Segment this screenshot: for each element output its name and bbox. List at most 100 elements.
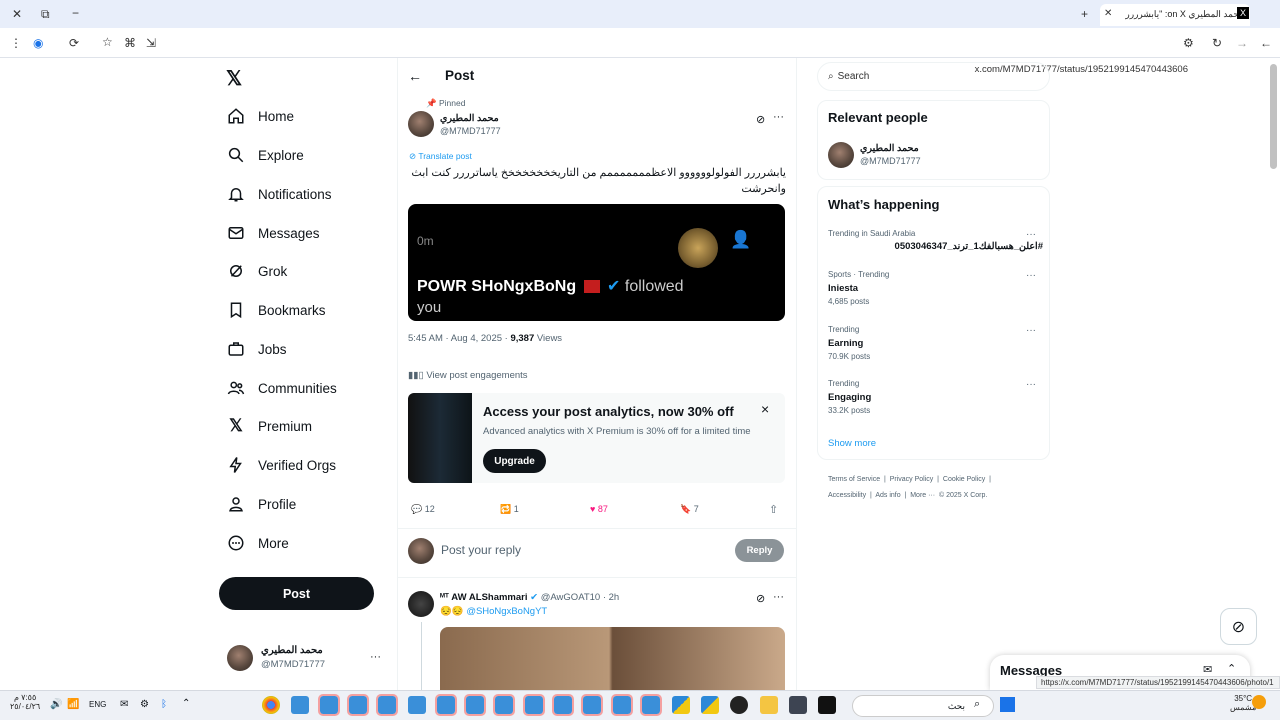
trend-item[interactable]: Sports · Trending Iniesta 4,685 posts xyxy=(828,270,1043,306)
author-name[interactable]: محمد المطيري xyxy=(440,113,499,124)
like-action[interactable]: ♥ 87 xyxy=(590,504,608,514)
file-explorer-icon[interactable] xyxy=(760,696,778,714)
reply-input[interactable]: Post your reply xyxy=(441,543,521,557)
minimize-window-icon[interactable]: − xyxy=(72,6,79,20)
bluetooth-icon[interactable]: ᛒ xyxy=(161,699,167,710)
grok-explain-icon[interactable]: ⊘ xyxy=(756,113,765,126)
taskbar-app-icon[interactable] xyxy=(581,694,603,716)
start-windows-icon[interactable] xyxy=(1000,697,1015,712)
taskbar-app-icon[interactable] xyxy=(789,696,807,714)
clock[interactable]: ٧:٥٥ م ٢٥/٠٤/٢٦ xyxy=(10,693,40,711)
trend-item[interactable]: Trending Engaging 33.2K posts xyxy=(828,379,1043,415)
trend-more-icon[interactable]: ··· xyxy=(1026,379,1036,390)
show-more-link[interactable]: Show more xyxy=(828,438,876,449)
post-button[interactable]: Post xyxy=(219,577,374,610)
nav-jobs[interactable]: Jobs xyxy=(226,335,287,363)
tab-close-icon[interactable]: ✕ xyxy=(1104,7,1112,21)
forward-icon[interactable]: → xyxy=(1236,36,1248,50)
relevant-person-handle[interactable]: @M7MD71777 xyxy=(860,156,921,166)
reply-more-icon[interactable]: ··· xyxy=(773,591,784,603)
trend-item[interactable]: Trending Earning 70.9K posts xyxy=(828,325,1043,361)
nav-grok[interactable]: Grok xyxy=(226,257,287,285)
relevant-person-avatar[interactable] xyxy=(828,142,854,168)
bookmark-star-icon[interactable]: ☆ xyxy=(102,35,113,49)
menu-dots-icon[interactable]: ⋮ xyxy=(10,36,22,50)
reply-grok-icon[interactable]: ⊘ xyxy=(756,592,765,605)
chrome-app-icon[interactable] xyxy=(262,696,280,714)
tweet-media[interactable]: 0m 👤 POWR SHoNgxBoNg ✔ followed you xyxy=(408,204,785,321)
footer-links[interactable]: Terms of Service | Privacy Policy | Cook… xyxy=(828,476,991,483)
translate-icon[interactable]: ⌘ xyxy=(124,36,136,50)
reply-media[interactable] xyxy=(440,627,785,690)
taskbar-app-icon[interactable] xyxy=(701,696,719,714)
engagements-link[interactable]: ▮▮▯ View post engagements xyxy=(408,370,528,381)
nav-verified-orgs[interactable]: Verified Orgs xyxy=(226,451,336,479)
reply-author-handle[interactable]: @AwGOAT10 · 2h xyxy=(541,592,619,603)
taskbar-search[interactable]: بحث xyxy=(852,695,994,717)
search-input[interactable]: ⌕ Search xyxy=(817,62,1050,91)
taskbar-app-icon[interactable] xyxy=(291,696,309,714)
compose-message-icon[interactable]: ✉ xyxy=(1203,663,1212,676)
account-more-icon[interactable]: ··· xyxy=(370,651,381,663)
trend-more-icon[interactable]: ··· xyxy=(1026,270,1036,281)
site-settings-icon[interactable]: ⚙ xyxy=(1183,36,1194,50)
browser-tab[interactable]: محمد المطيري on X: "يابشرررر xyxy=(1100,4,1250,26)
taskbar-app-icon[interactable] xyxy=(318,694,340,716)
upgrade-button[interactable]: Upgrade xyxy=(483,449,546,473)
restore-window-icon[interactable]: ⧉ xyxy=(41,7,50,21)
taskbar-app-icon[interactable] xyxy=(493,694,515,716)
repost-action[interactable]: 🔁 1 xyxy=(500,504,519,515)
expand-drawer-icon[interactable]: ⌃ xyxy=(1227,662,1236,675)
author-handle[interactable]: @M7MD71777 xyxy=(440,126,501,136)
nav-bookmarks[interactable]: Bookmarks xyxy=(226,296,326,324)
taskbar-app-icon[interactable] xyxy=(408,696,426,714)
tweet-more-icon[interactable]: ··· xyxy=(773,111,784,123)
close-window-icon[interactable]: ✕ xyxy=(12,7,22,21)
taskbar-app-icon[interactable] xyxy=(376,694,398,716)
account-avatar[interactable] xyxy=(227,645,253,671)
nav-messages[interactable]: Messages xyxy=(226,219,320,247)
trend-more-icon[interactable]: ··· xyxy=(1026,325,1036,336)
extensions-icon[interactable]: ⟳ xyxy=(69,36,79,50)
promo-close-icon[interactable]: × xyxy=(761,401,769,417)
nav-more[interactable]: More xyxy=(226,529,289,557)
new-tab-icon[interactable]: + xyxy=(1081,7,1088,21)
terminal-icon[interactable] xyxy=(818,696,836,714)
bookmark-action[interactable]: 🔖 7 xyxy=(680,504,699,515)
author-avatar[interactable] xyxy=(408,111,434,137)
reply-action[interactable]: 💬 12 xyxy=(411,504,435,515)
profile-icon[interactable]: ◉ xyxy=(33,36,43,50)
nav-explore[interactable]: Explore xyxy=(226,141,304,169)
tray-expand-icon[interactable]: ⌃ xyxy=(182,698,190,709)
speaker-icon[interactable]: 🔊 xyxy=(50,699,62,710)
taskbar-app-icon[interactable] xyxy=(464,694,486,716)
taskbar-app-icon[interactable] xyxy=(611,694,633,716)
nav-premium[interactable]: 𝕏 Premium xyxy=(226,412,312,440)
taskbar-app-icon[interactable] xyxy=(523,694,545,716)
taskbar-app-icon[interactable] xyxy=(347,694,369,716)
trend-more-icon[interactable]: ··· xyxy=(1026,229,1036,240)
taskbar-app-icon[interactable] xyxy=(730,696,748,714)
footer-links-2[interactable]: Accessibility | Ads info | More ··· © 20… xyxy=(828,492,987,499)
reload-icon[interactable]: ↻ xyxy=(1212,36,1222,50)
translate-link[interactable]: ⊘ Translate post xyxy=(409,151,472,162)
wifi-icon[interactable]: 📶 xyxy=(67,699,79,710)
language-indicator[interactable]: ENG xyxy=(89,700,106,709)
grok-float-icon[interactable]: ⊘ xyxy=(1220,608,1257,645)
share-icon[interactable]: ⇲ xyxy=(146,36,156,50)
back-icon[interactable]: ← xyxy=(1260,36,1272,50)
share-action-icon[interactable]: ⇧ xyxy=(769,503,778,516)
x-logo-icon[interactable]: 𝕏 xyxy=(226,66,242,91)
reply-mention[interactable]: @SHoNgxBoNgYT xyxy=(466,606,547,617)
reply-author-name[interactable]: ᴹᵀ AW ALShammari xyxy=(440,592,528,603)
reply-author-avatar[interactable] xyxy=(408,591,434,617)
taskbar-app-icon[interactable] xyxy=(672,696,690,714)
taskbar-app-icon[interactable] xyxy=(552,694,574,716)
nav-profile[interactable]: Profile xyxy=(226,490,296,518)
reply-button[interactable]: Reply xyxy=(735,539,784,562)
back-arrow-icon[interactable]: ← xyxy=(408,68,422,84)
tray-icon[interactable]: ⚙ xyxy=(140,699,149,710)
scrollbar-thumb[interactable] xyxy=(1270,64,1277,169)
trend-item[interactable]: Trending in Saudi Arabia #اعلن_هسبالفك1_… xyxy=(828,229,1043,252)
relevant-person-name[interactable]: محمد المطيري xyxy=(860,143,919,154)
